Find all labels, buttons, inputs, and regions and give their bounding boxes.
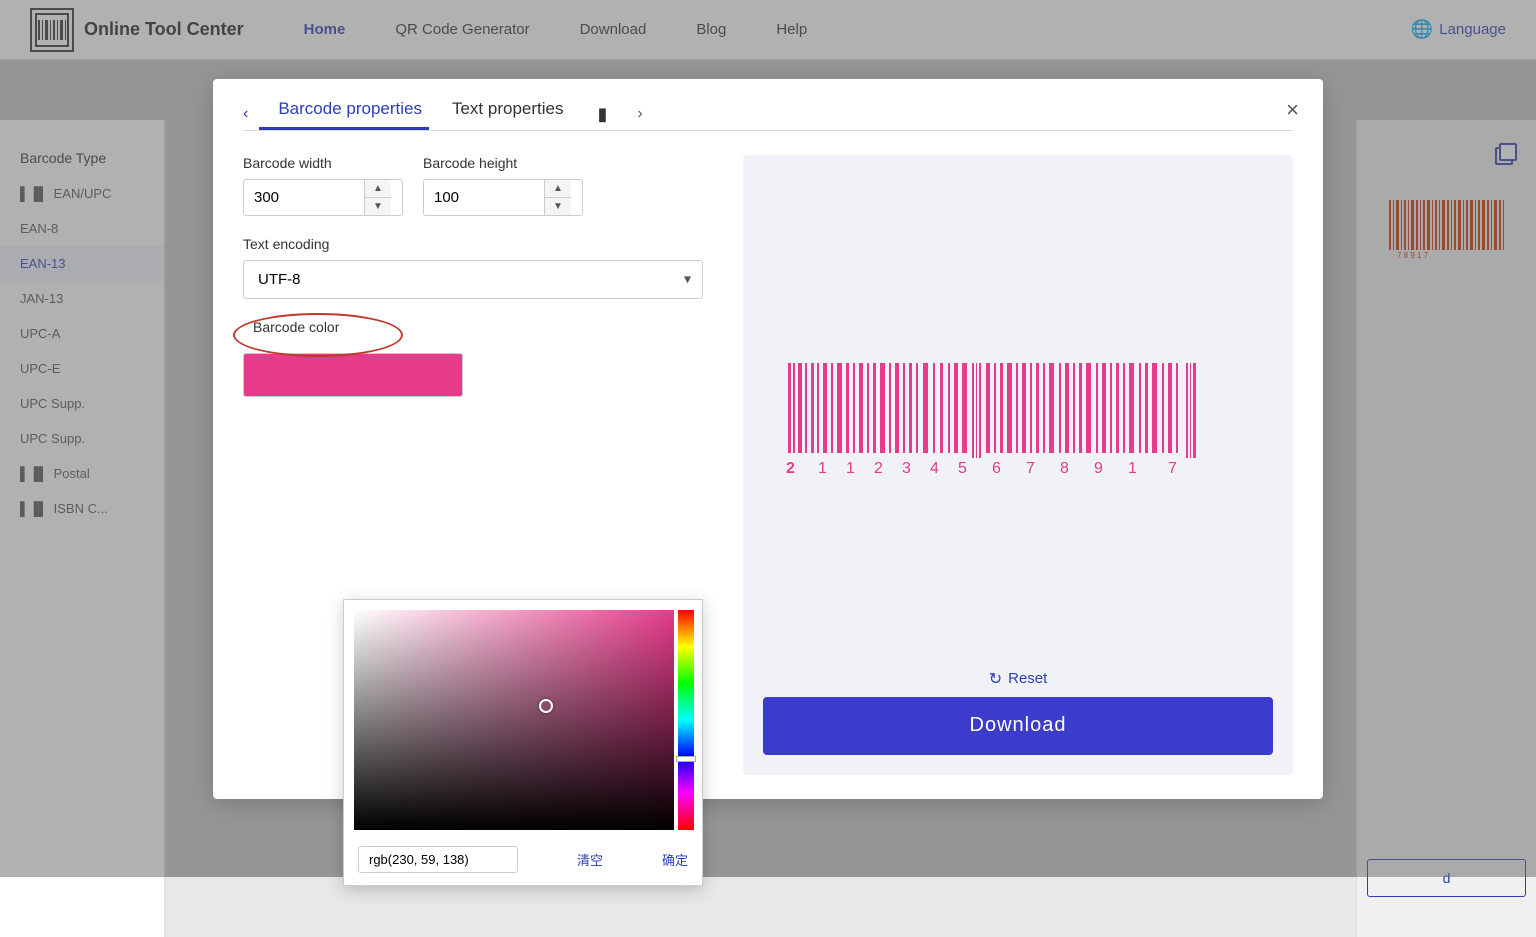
encoding-select-wrapper: UTF-8 ASCII ISO-8859-1 ▾ [243,260,703,299]
height-increment[interactable]: ▲ [545,180,571,198]
modal-header: ‹ Barcode properties Text properties ▮ ›… [213,79,1323,130]
right-arrow-icon: › [637,105,642,123]
width-increment[interactable]: ▲ [365,180,391,198]
width-label: Barcode width [243,155,403,171]
svg-text:7: 7 [1168,460,1177,477]
color-picker-bottom: 清空 确定 [344,840,702,885]
svg-text:4: 4 [930,460,939,477]
reset-button[interactable]: ↻ Reset [981,661,1056,697]
preview-area: 2 1 1 2 3 4 5 6 7 8 9 1 7 [743,155,1293,775]
tab-text-properties[interactable]: Text properties [452,99,564,130]
download-button[interactable]: Download [763,697,1273,755]
height-decrement[interactable]: ▼ [545,198,571,215]
height-input[interactable] [424,180,544,215]
width-input-wrapper: ▲ ▼ [243,179,403,216]
width-decrement[interactable]: ▼ [365,198,391,215]
tab-barcode-properties[interactable]: Barcode properties [278,99,422,130]
height-spinner: ▲ ▼ [544,180,571,215]
color-label: Barcode color [253,319,339,335]
svg-text:1: 1 [846,460,855,477]
tab-divider [243,130,1293,131]
color-picker-popup: 清空 确定 [343,599,703,886]
color-swatch[interactable] [243,353,463,397]
svg-text:9: 9 [1094,460,1103,477]
dimensions-row: Barcode width ▲ ▼ Barcode height [243,155,713,216]
svg-text:5: 5 [958,460,967,477]
height-input-wrapper: ▲ ▼ [423,179,583,216]
width-spinner: ▲ ▼ [364,180,391,215]
height-group: Barcode height ▲ ▼ [423,155,583,216]
barcode-image: 2 1 1 2 3 4 5 6 7 8 9 1 7 [778,363,1258,483]
left-arrow-icon: ‹ [243,105,248,123]
svg-text:2: 2 [874,460,883,477]
modal-close-button[interactable]: × [1286,97,1299,123]
modal: ‹ Barcode properties Text properties ▮ ›… [213,79,1323,799]
tab-active-underline [259,127,429,130]
encoding-group: Text encoding UTF-8 ASCII ISO-8859-1 ▾ [243,236,713,299]
svg-text:7: 7 [1026,460,1035,477]
reset-icon: ↻ [989,669,1002,689]
modal-overlay: ‹ Barcode properties Text properties ▮ ›… [0,0,1536,877]
width-group: Barcode width ▲ ▼ [243,155,403,216]
cursor-icon: ▮ [597,104,607,125]
barcode-preview: 2 1 1 2 3 4 5 6 7 8 9 1 7 [763,185,1273,661]
svg-text:3: 3 [902,460,911,477]
svg-text:1: 1 [1128,460,1137,477]
width-input[interactable] [244,180,364,215]
color-area: Barcode color [243,319,713,397]
color-picker-confirm-button[interactable]: 确定 [662,850,688,869]
color-gradient[interactable] [354,610,674,830]
hue-strip[interactable] [678,610,694,830]
color-value-input[interactable] [358,846,518,873]
gradient-dark-overlay [354,610,674,830]
height-label: Barcode height [423,155,583,171]
color-picker-clear-button[interactable]: 清空 [577,850,603,869]
hue-thumb [676,756,696,762]
svg-text:6: 6 [992,460,1001,477]
encoding-label: Text encoding [243,236,713,252]
svg-text:2: 2 [786,460,795,477]
svg-text:8: 8 [1060,460,1069,477]
barcode-svg: 2 1 1 2 3 4 5 6 7 8 9 1 7 [778,363,1258,483]
svg-text:1: 1 [818,460,827,477]
encoding-select[interactable]: UTF-8 ASCII ISO-8859-1 [243,260,703,299]
